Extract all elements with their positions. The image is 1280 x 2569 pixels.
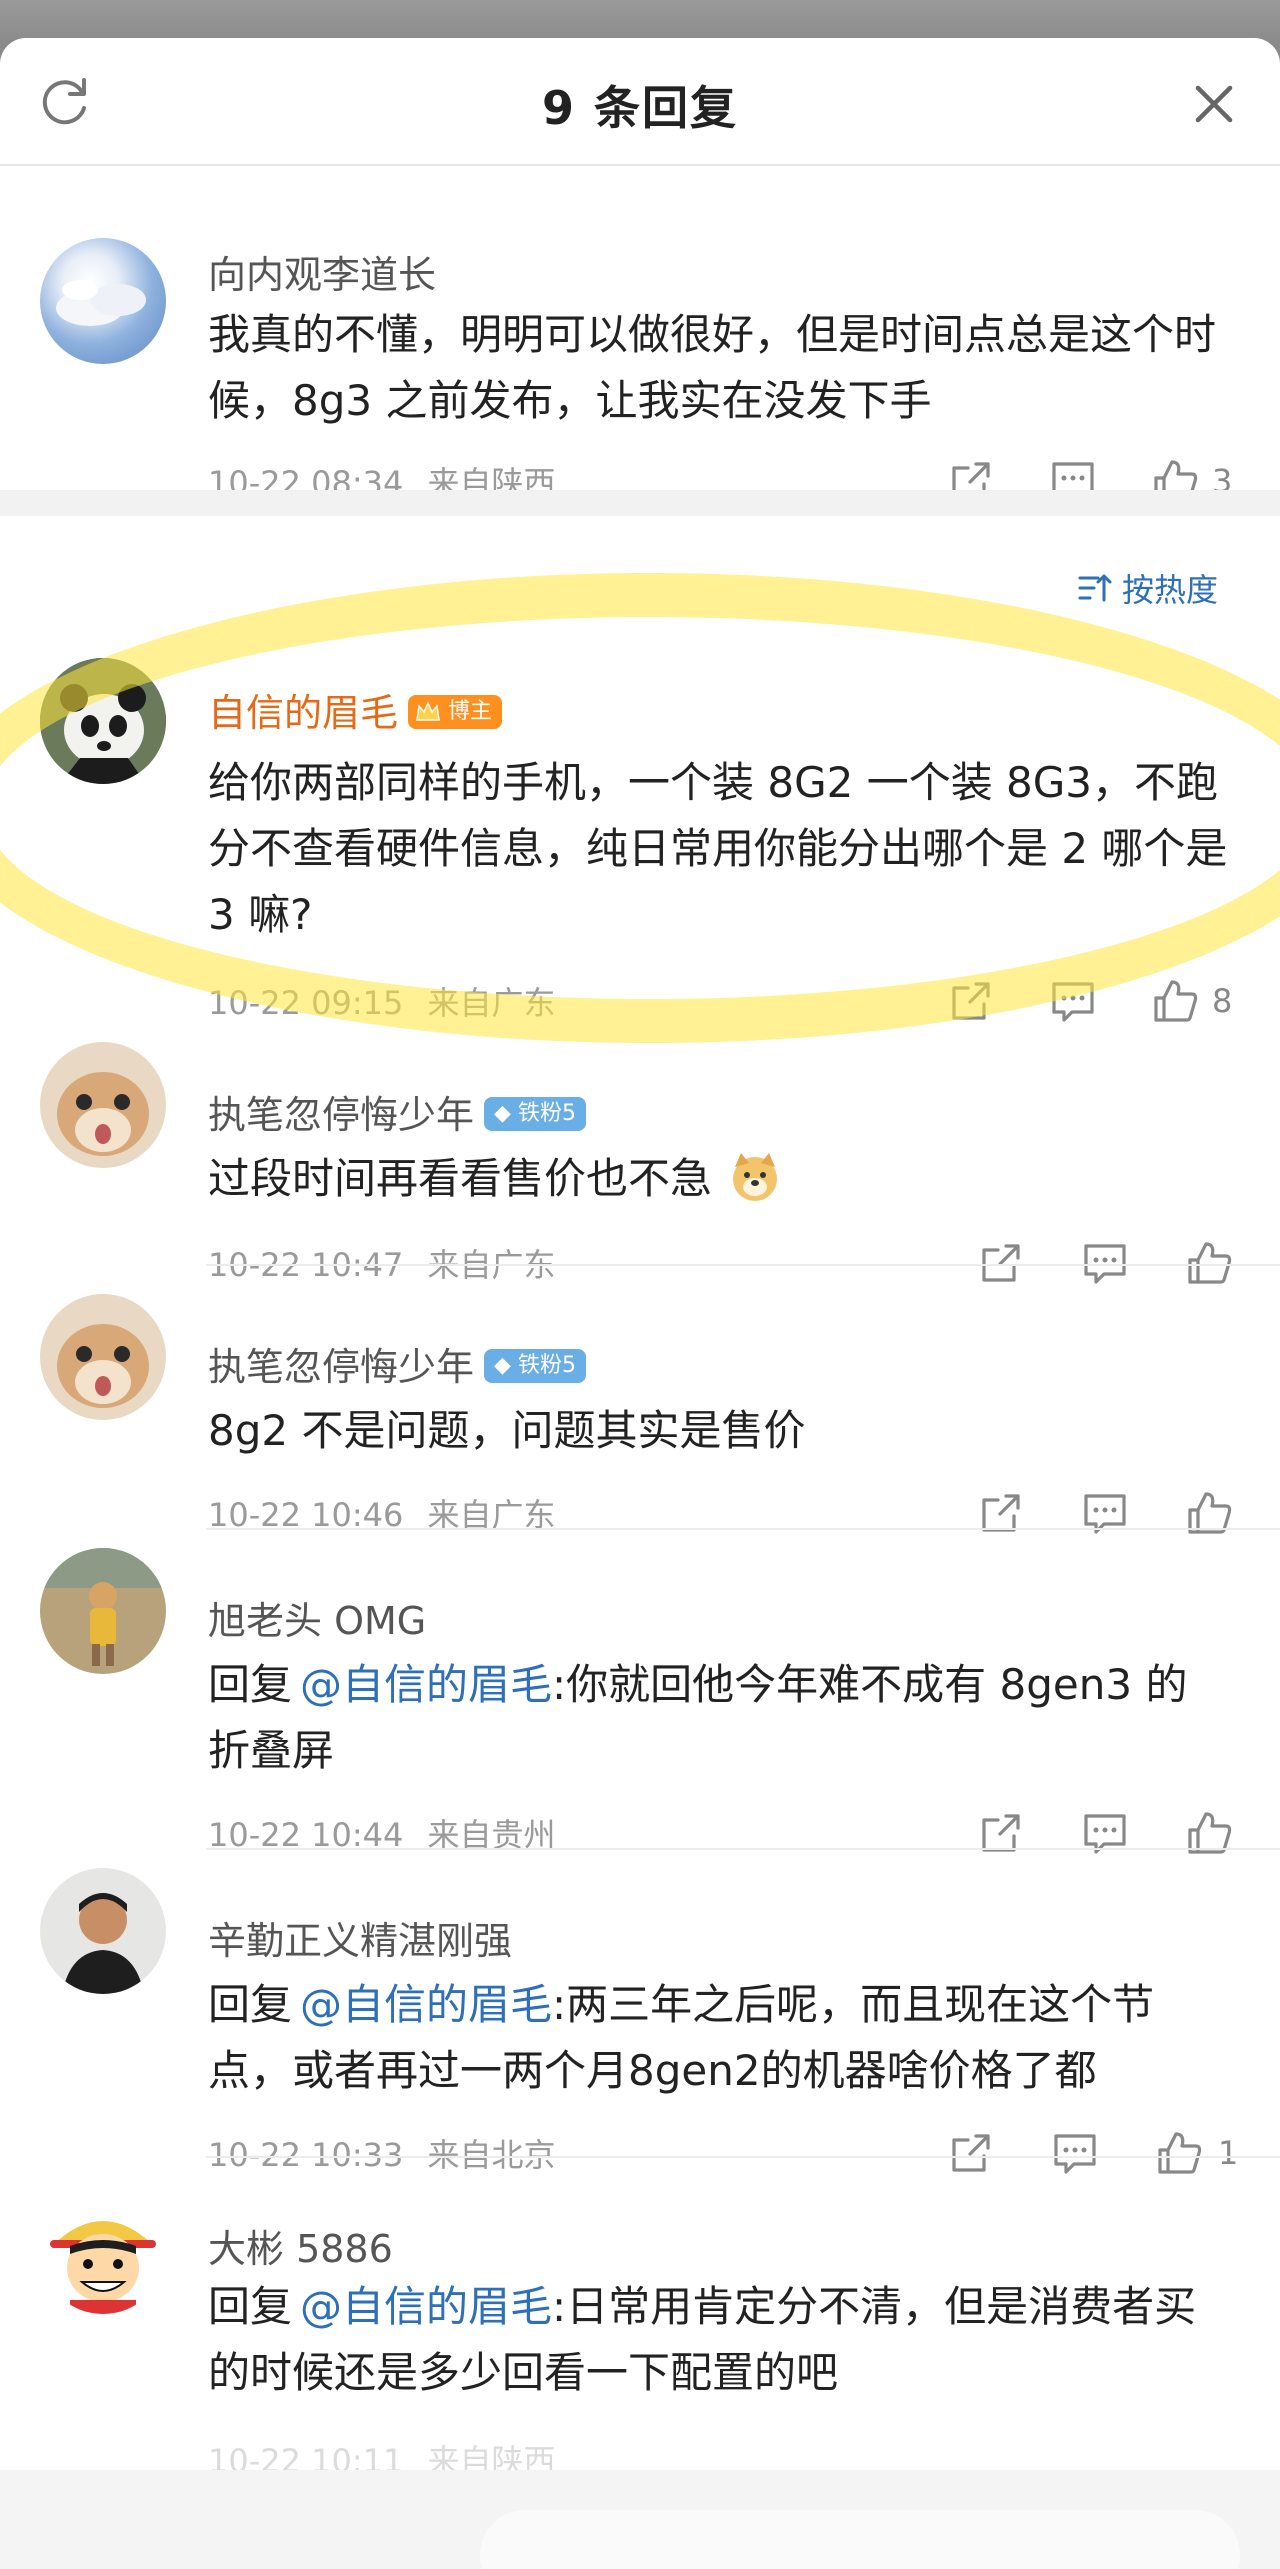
reply-prefix: 回复 — [208, 1660, 293, 1709]
comment-body: 过段时间再看看售价也不急 — [208, 1154, 713, 1203]
boy-photo-icon — [40, 1868, 166, 1994]
crown-icon — [416, 700, 440, 721]
comment-text: 回复 @自信的眉毛:两三年之后呢，而且现在这个节点，或者再过一两个月8gen2的机… — [208, 1972, 1228, 2104]
comment-meta: 10-22 09:15 来自广东 — [208, 978, 556, 1024]
hamster-image-icon — [40, 1294, 166, 1420]
comment-author[interactable]: 自信的眉毛 博主 — [208, 682, 503, 737]
like-count: 1 — [1218, 2134, 1239, 2172]
mention-link[interactable]: @自信的眉毛 — [300, 1980, 552, 2029]
cloud-image-icon — [56, 280, 146, 326]
avatar[interactable] — [40, 1868, 166, 1994]
share-icon[interactable] — [946, 2128, 996, 2178]
reply-prefix: 回复 — [208, 1980, 293, 2029]
divider — [206, 1848, 1280, 1850]
comment-icon[interactable] — [1080, 1808, 1130, 1858]
comment-author[interactable]: 执笔忽停悔少年 ◆ 铁粉5 — [208, 1336, 586, 1391]
sheet-header: 9 条回复 — [0, 38, 1280, 166]
comment-actions — [976, 1488, 1236, 1538]
like-count: 8 — [1212, 982, 1233, 1020]
fan-badge: ◆ 铁粉5 — [484, 1096, 586, 1131]
avatar[interactable] — [40, 1042, 166, 1168]
comment-text: 回复 @自信的眉毛:日常用肯定分不清，但是消费者买的时候还是多少回看一下配置的吧 — [208, 2274, 1228, 2406]
divider — [206, 1528, 1280, 1530]
comment-author[interactable]: 辛勤正义精湛刚强 — [208, 1910, 512, 1965]
comment-icon[interactable] — [1080, 1488, 1130, 1538]
comment-actions — [976, 1808, 1236, 1858]
comment-icon[interactable] — [1080, 1238, 1130, 1288]
reply-item: 辛勤正义精湛刚强 回复 @自信的眉毛:两三年之后呢，而且现在这个节点，或者再过一两… — [0, 1868, 1280, 2174]
sort-label: 按热度 — [1122, 571, 1219, 609]
share-icon[interactable] — [976, 1238, 1026, 1288]
comment-meta: 10-22 10:47 来自广东 — [208, 1240, 556, 1286]
badge-label: 铁粉5 — [517, 1352, 576, 1378]
like-icon[interactable] — [1154, 2128, 1204, 2178]
page-title: 9 条回复 — [541, 81, 739, 135]
avatar[interactable] — [40, 2188, 166, 2314]
like-icon[interactable] — [1184, 1238, 1234, 1288]
close-icon[interactable] — [1184, 74, 1244, 134]
author-name: 自信的眉毛 — [208, 691, 399, 735]
hamster-image-icon — [40, 1042, 166, 1168]
section-gap — [0, 490, 1280, 516]
comment-actions: 8 — [940, 976, 1240, 1026]
comment-text: 给你两部同样的手机，一个装 8G2 一个装 8G3，不跑分不查看硬件信息，纯日常… — [208, 758, 1228, 939]
comment-author[interactable]: 旭老头 OMG — [208, 1590, 426, 1645]
mention-link[interactable]: @自信的眉毛 — [300, 2282, 552, 2331]
avatar[interactable] — [40, 1548, 166, 1674]
avatar[interactable] — [40, 238, 166, 364]
doge-emoji-icon — [729, 1151, 781, 1203]
avatar[interactable] — [40, 1294, 166, 1420]
fan-badge: ◆ 铁粉5 — [484, 1348, 586, 1383]
divider — [206, 1264, 1280, 1266]
comment-text: 我真的不懂，明明可以做很好，但是时间点总是这个时候，8g3 之前发布，让我实在没… — [208, 310, 1217, 425]
share-icon[interactable] — [946, 976, 996, 1026]
comment-text: 回复 @自信的眉毛:你就回他今年难不成有 8gen3 的折叠屏 — [208, 1652, 1228, 1784]
badge-label: 博主 — [448, 698, 493, 724]
comment-author[interactable]: 执笔忽停悔少年 ◆ 铁粉5 — [208, 1084, 586, 1139]
child-photo-icon — [40, 1548, 166, 1674]
replies-sheet: 9 条回复 向内观李道长 我真的不懂，明明可以做很好，但是时间点总是这个时候，8… — [0, 38, 1280, 2569]
cartoon-avatar-icon — [40, 2188, 166, 2314]
author-name: 执笔忽停悔少年 — [208, 1345, 475, 1389]
share-icon[interactable] — [976, 1488, 1026, 1538]
blogger-badge: 博主 — [408, 694, 503, 729]
sort-by-hot-button[interactable]: 按热度 — [1076, 566, 1218, 610]
share-icon[interactable] — [976, 1808, 1026, 1858]
avatar[interactable] — [40, 658, 166, 784]
comment-icon[interactable] — [1050, 2128, 1100, 2178]
diamond-icon: ◆ — [494, 1100, 511, 1126]
comment-author[interactable]: 向内观李道长 — [208, 244, 436, 299]
diamond-icon: ◆ — [494, 1352, 511, 1378]
comment-actions: 1 — [946, 2128, 1246, 2178]
panda-image-icon — [40, 658, 166, 784]
comment-time: 10-22 09:15 — [208, 984, 404, 1022]
reply-item: 大彬 5886 回复 @自信的眉毛:日常用肯定分不清，但是消费者买的时候还是多少回… — [0, 2188, 1280, 2488]
like-icon[interactable] — [1150, 976, 1200, 1026]
comment-location: 来自北京 — [427, 2136, 556, 2174]
author-name: 执笔忽停悔少年 — [208, 1093, 475, 1137]
comment-meta: 10-22 10:33 来自北京 — [208, 2130, 556, 2176]
comment-text: 8g2 不是问题，问题其实是售价 — [208, 1406, 806, 1455]
top-comment: 向内观李道长 我真的不懂，明明可以做很好，但是时间点总是这个时候，8g3 之前发… — [0, 166, 1280, 526]
comment-location: 来自广东 — [427, 984, 556, 1022]
comment-time: 10-22 10:33 — [208, 2136, 404, 2174]
mention-link[interactable]: @自信的眉毛 — [300, 1660, 552, 1709]
like-icon[interactable] — [1184, 1488, 1234, 1538]
comment-actions — [976, 1238, 1236, 1288]
reply-prefix: 回复 — [208, 2282, 293, 2331]
comment-text: 过段时间再看看售价也不急 — [208, 1146, 1228, 1212]
sort-icon — [1078, 574, 1112, 602]
like-icon[interactable] — [1184, 1808, 1234, 1858]
comment-icon[interactable] — [1048, 976, 1098, 1026]
status-strip — [0, 0, 1280, 40]
bottom-bar — [0, 2470, 1280, 2569]
reply-input[interactable] — [480, 2510, 1240, 2569]
reply-item: 执笔忽停悔少年 ◆ 铁粉5 过段时间再看看售价也不急 10-22 10:47 来自… — [0, 1042, 1280, 1284]
comment-author[interactable]: 大彬 5886 — [208, 2218, 393, 2273]
reply-item: 执笔忽停悔少年 ◆ 铁粉5 8g2 不是问题，问题其实是售价 10-22 10:4… — [0, 1294, 1280, 1534]
badge-label: 铁粉5 — [517, 1100, 576, 1126]
reply-item: 旭老头 OMG 回复 @自信的眉毛:你就回他今年难不成有 8gen3 的折叠屏 1… — [0, 1548, 1280, 1854]
divider — [206, 2156, 1280, 2158]
reply-item: 自信的眉毛 博主 给你两部同样的手机，一个装 8G2 一个装 8G3，不跑分不查看… — [0, 658, 1280, 1022]
